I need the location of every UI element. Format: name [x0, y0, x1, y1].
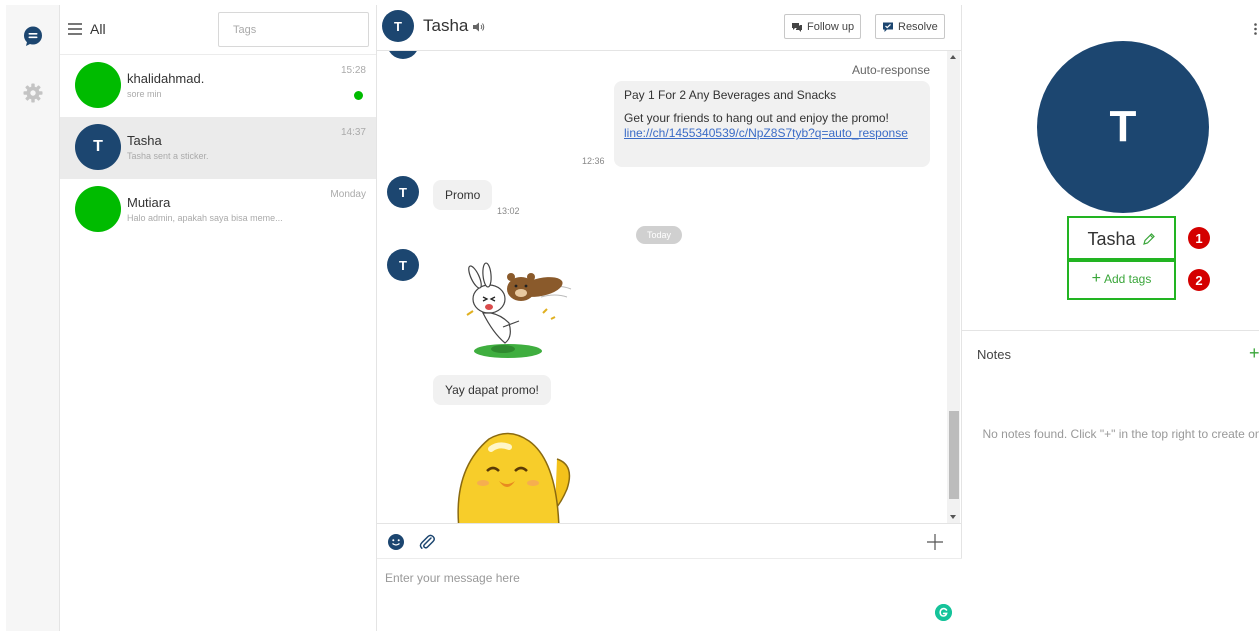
callout-badge-1: 1 [1188, 227, 1210, 249]
tags-filter-input[interactable] [218, 12, 369, 47]
chat-list-item-khalidahmad[interactable]: khalidahmad. sore min 15:28 [60, 55, 376, 117]
plus-icon: + [1091, 270, 1101, 287]
chat-preview: Tasha sent a sticker. [127, 151, 209, 161]
attachment-icon[interactable] [418, 533, 436, 551]
callout-badge-2: 2 [1188, 269, 1210, 291]
emoji-icon[interactable] [387, 533, 405, 551]
profile-avatar: T [1037, 41, 1209, 213]
add-note-button[interactable]: + [1249, 343, 1259, 364]
avatar: T [387, 249, 419, 281]
incoming-message: Yay dapat promo! [433, 375, 551, 405]
chat-name: khalidahmad. [127, 71, 205, 86]
auto-response-label: Auto-response [851, 63, 930, 77]
avatar [387, 51, 419, 59]
chat-list-panel: All khalidahmad. sore min 15:28 T Tasha … [60, 5, 377, 631]
scroll-up-icon[interactable] [950, 55, 956, 59]
notes-title: Notes [977, 347, 1011, 362]
scrollbar-thumb[interactable] [949, 411, 959, 499]
follow-up-label: Follow up [807, 20, 855, 33]
grammarly-icon[interactable] [935, 604, 952, 621]
message-thread[interactable]: Auto-response Pay 1 For 2 Any Beverages … [377, 51, 962, 523]
follow-up-icon [792, 22, 802, 32]
add-tags-button[interactable]: + Add tags [1092, 270, 1152, 288]
notes-empty-state: No notes found. Click "+" in the top rig… [977, 425, 1259, 443]
notes-empty-text: No notes found. Click "+" in the top rig… [982, 427, 1259, 441]
filter-label[interactable]: All [90, 21, 106, 37]
avatar [75, 62, 121, 108]
message-time: 13:02 [497, 206, 520, 216]
chat-time: Monday [330, 189, 366, 200]
incoming-message: Promo [433, 180, 493, 210]
message-link[interactable]: line://ch/1455340539/c/NpZ8S7tyb?q=auto_… [624, 126, 908, 140]
sticker-image [466, 262, 572, 358]
chat-time: 14:37 [340, 127, 366, 138]
chat-list-item-tasha[interactable]: T Tasha Tasha sent a sticker. 14:37 [60, 117, 376, 179]
add-tags-label: Add tags [1103, 272, 1152, 286]
chat-name: Tasha [127, 133, 162, 148]
chat-time: 15:28 [340, 65, 366, 76]
pencil-icon[interactable] [1142, 232, 1156, 246]
more-options-icon[interactable] [1254, 23, 1257, 35]
add-icon[interactable] [926, 533, 944, 551]
follow-up-button[interactable]: Follow up [784, 14, 862, 39]
chat-preview: Halo admin, apakah saya bisa meme... [127, 213, 283, 223]
outgoing-message: Pay 1 For 2 Any Beverages and Snacks Get… [614, 81, 930, 167]
add-tags-field[interactable]: + Add tags [1067, 258, 1176, 300]
chat-icon[interactable] [22, 25, 44, 47]
section-divider [962, 330, 1259, 331]
message-input[interactable] [377, 559, 962, 631]
resolve-label: Resolve [898, 20, 938, 33]
date-separator: Today [636, 226, 683, 244]
left-rail [6, 5, 60, 631]
menu-icon[interactable] [68, 23, 82, 35]
conversation-panel: T Tasha Follow up Resolve Auto-response [377, 5, 962, 631]
scroll-down-icon[interactable] [950, 515, 956, 519]
scrollbar[interactable] [947, 51, 960, 523]
chat-preview: sore min [127, 89, 162, 99]
message-time: 12:36 [582, 156, 605, 166]
contact-profile-panel: T Tasha 1 + Add tags 2 Notes + No notes … [962, 5, 1259, 631]
composer-toolbar [377, 523, 962, 559]
avatar: T [75, 124, 121, 170]
speaker-icon[interactable] [473, 22, 485, 32]
settings-icon[interactable] [22, 82, 44, 104]
resolve-icon [883, 22, 893, 32]
resolve-button[interactable]: Resolve [875, 14, 945, 39]
profile-name-field[interactable]: Tasha [1067, 216, 1176, 262]
unread-indicator [354, 91, 363, 100]
avatar: T [382, 10, 414, 42]
avatar [75, 186, 121, 232]
sticker-image [457, 432, 571, 523]
chat-list-item-mutiara[interactable]: Mutiara Halo admin, apakah saya bisa mem… [60, 179, 376, 241]
chat-name: Mutiara [127, 195, 171, 210]
profile-name: Tasha [1087, 228, 1136, 249]
contact-name: Tasha [423, 16, 469, 35]
chat-list-header: All [60, 5, 376, 55]
message-text: Get your friends to hang out and enjoy t… [624, 111, 889, 125]
conversation-header: T Tasha Follow up Resolve [377, 5, 962, 51]
message-text: Pay 1 For 2 Any Beverages and Snacks [624, 88, 837, 102]
avatar: T [387, 176, 419, 208]
